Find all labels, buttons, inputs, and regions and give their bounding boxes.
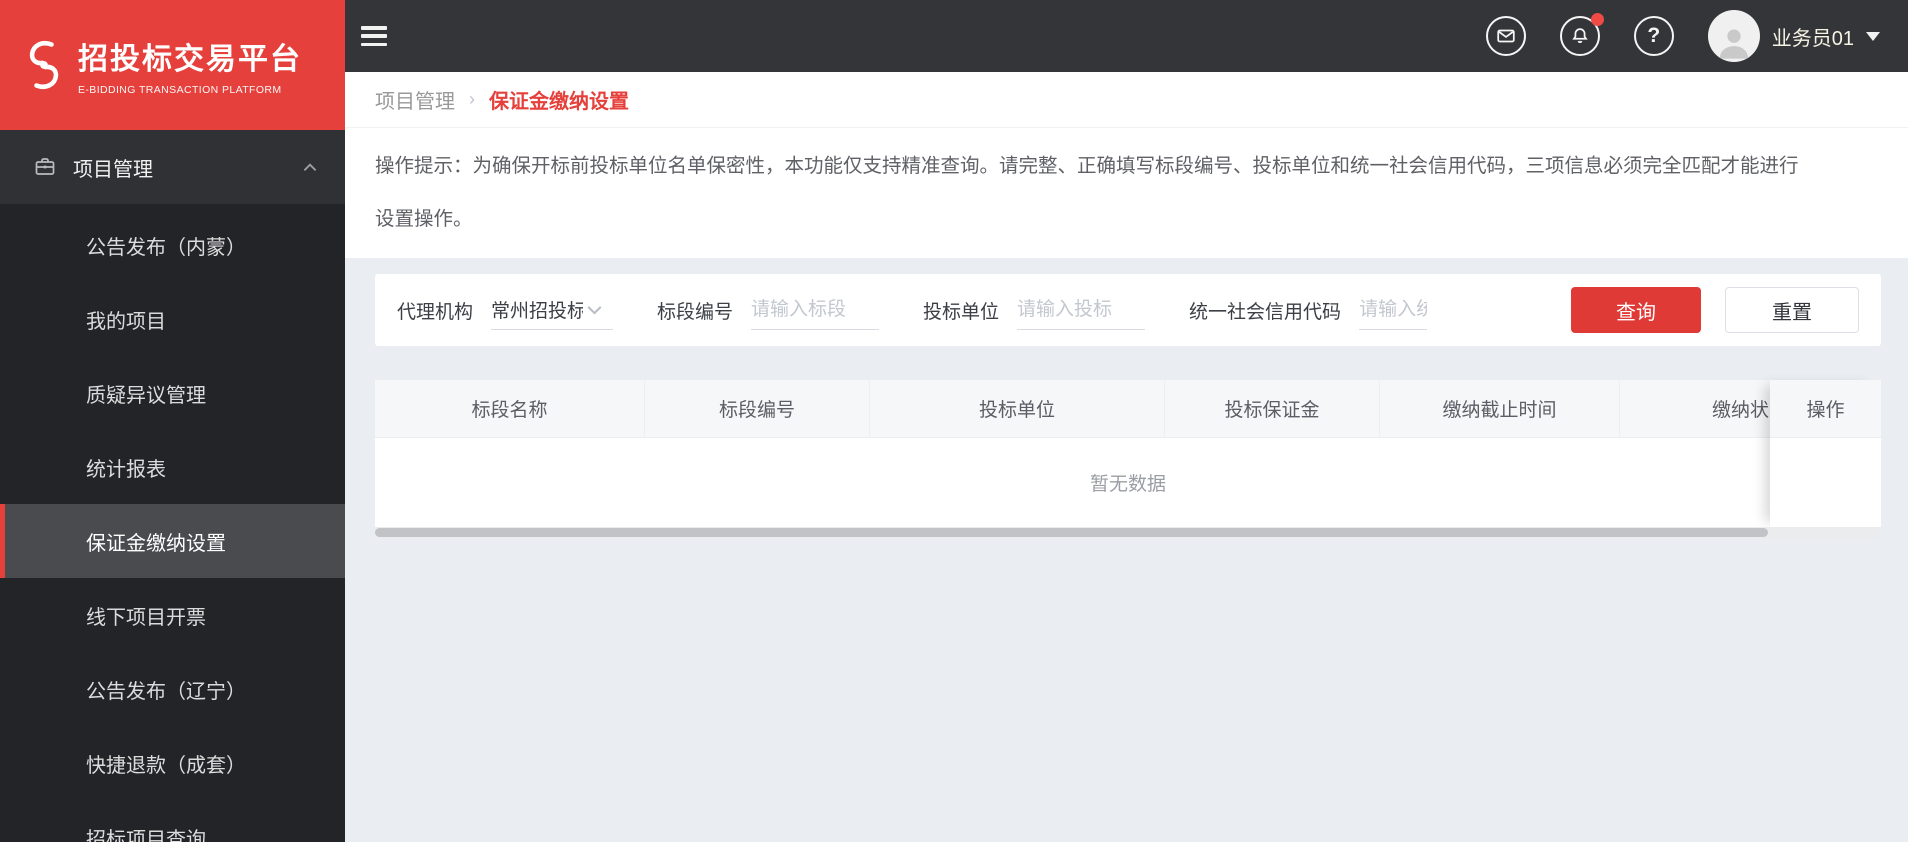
table-header-row: 标段名称 标段编号 投标单位 投标保证金 缴纳截止时间 缴纳状态 <box>375 380 1770 438</box>
sidebar-item-statistics-report[interactable]: 统计报表 <box>0 430 345 504</box>
username: 业务员01 <box>1771 27 1854 50</box>
brand-logo-icon <box>29 40 59 90</box>
column-header-bidder: 投标单位 <box>870 380 1165 437</box>
breadcrumb-separator: › <box>469 89 475 109</box>
column-header-payment-status: 缴纳状态 <box>1711 400 1770 421</box>
agency-select-value: 常州招投标 <box>491 301 584 322</box>
empty-state-text: 暂无数据 <box>1089 474 1166 495</box>
help-icon[interactable]: ? <box>1633 16 1674 56</box>
sidebar-item-my-projects[interactable]: 我的项目 <box>0 282 345 356</box>
avatar <box>1707 10 1760 62</box>
topbar: ? 业务员01 <box>345 0 1908 72</box>
menu-toggle-button[interactable] <box>361 26 387 46</box>
notification-badge <box>1590 13 1604 26</box>
brand-logo: 招投标交易平台 E-BIDDING TRANSACTION PLATFORM <box>0 0 345 130</box>
results-table: 标段名称 标段编号 投标单位 投标保证金 缴纳截止时间 缴纳状态 暂无数据 操作 <box>375 380 1881 538</box>
sidebar-item-bidding-project-query[interactable]: 招标项目查询 <box>0 800 345 842</box>
column-header-operation: 操作 <box>1770 380 1881 438</box>
sidebar-section-project-management[interactable]: 项目管理 <box>0 130 345 204</box>
notification-bell-icon[interactable] <box>1559 13 1604 56</box>
credit-code-input[interactable] <box>1359 290 1428 330</box>
brand-title: 招投标交易平台 <box>78 43 302 76</box>
column-header-deadline: 缴纳截止时间 <box>1380 380 1620 437</box>
section-no-label: 标段编号 <box>657 301 734 323</box>
column-header-section-name: 标段名称 <box>375 380 645 437</box>
content-area: 代理机构 常州招投标 标段编号 投标单位 统 <box>345 258 1908 842</box>
bidder-input[interactable] <box>1017 290 1146 330</box>
sidebar-item-offline-invoicing[interactable]: 线下项目开票 <box>0 578 345 652</box>
sidebar-menu: 公告发布（内蒙） 我的项目 质疑异议管理 统计报表 保证金缴纳设置 线下项目开票… <box>0 204 345 842</box>
operation-tip: 操作提示：为确保开标前投标单位名单保密性，本功能仅支持精准查询。请完整、正确填写… <box>345 128 1908 258</box>
sidebar-item-quick-refund[interactable]: 快捷退款（成套） <box>0 726 345 800</box>
main-area: ? 业务员01 项目管理 › 保证金缴纳设置 操作提示：为确保开标前投标单位名单… <box>345 0 1908 842</box>
column-header-deposit: 投标保证金 <box>1165 380 1380 437</box>
bidder-label: 投标单位 <box>923 301 1000 323</box>
filter-bar: 代理机构 常州招投标 标段编号 投标单位 统 <box>375 274 1881 346</box>
section-no-input[interactable] <box>751 290 880 330</box>
message-icon[interactable] <box>1485 16 1526 56</box>
user-menu[interactable]: 业务员01 <box>1707 10 1880 62</box>
fixed-operation-column: 操作 <box>1770 380 1881 527</box>
horizontal-scrollbar-thumb[interactable] <box>375 528 1769 537</box>
search-button[interactable]: 查询 <box>1571 287 1701 333</box>
chevron-up-icon <box>303 162 317 171</box>
sidebar-item-announce-neimeng[interactable]: 公告发布（内蒙） <box>0 208 345 282</box>
sidebar-item-announce-liaoning[interactable]: 公告发布（辽宁） <box>0 652 345 726</box>
sidebar: 招投标交易平台 E-BIDDING TRANSACTION PLATFORM 项… <box>0 0 345 842</box>
horizontal-scrollbar <box>375 527 1881 538</box>
sidebar-section-label: 项目管理 <box>73 158 153 181</box>
chevron-down-icon <box>1866 31 1880 41</box>
operation-tip-text: 操作提示：为确保开标前投标单位名单保密性，本功能仅支持精准查询。请完整、正确填写… <box>375 155 1799 230</box>
reset-button[interactable]: 重置 <box>1725 287 1859 333</box>
breadcrumb: 项目管理 › 保证金缴纳设置 <box>345 72 1908 128</box>
briefcase-icon <box>35 158 55 175</box>
sidebar-item-deposit-payment-settings[interactable]: 保证金缴纳设置 <box>0 504 345 578</box>
column-header-section-no: 标段编号 <box>645 380 870 437</box>
sidebar-item-objection-management[interactable]: 质疑异议管理 <box>0 356 345 430</box>
app-window: 招投标交易平台 E-BIDDING TRANSACTION PLATFORM 项… <box>0 0 1908 842</box>
credit-code-label: 统一社会信用代码 <box>1189 301 1342 323</box>
agency-select[interactable]: 常州招投标 <box>491 290 614 330</box>
breadcrumb-parent[interactable]: 项目管理 <box>375 85 455 114</box>
breadcrumb-current: 保证金缴纳设置 <box>489 91 629 113</box>
brand-subtitle: E-BIDDING TRANSACTION PLATFORM <box>78 84 282 96</box>
chevron-down-icon <box>587 305 602 315</box>
agency-label: 代理机构 <box>397 301 474 323</box>
